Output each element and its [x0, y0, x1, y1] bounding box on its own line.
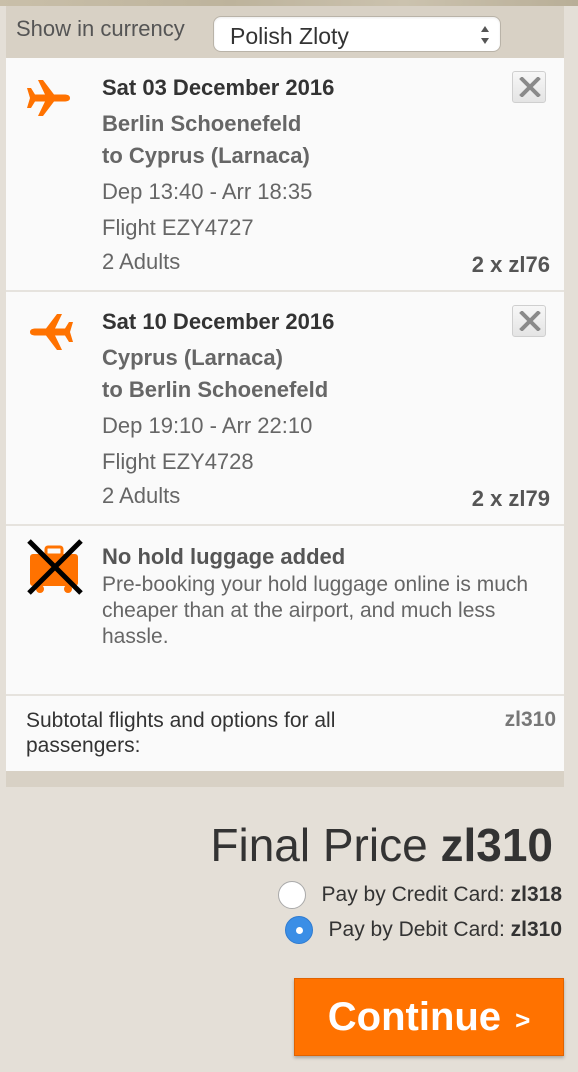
plane-return-icon — [30, 314, 73, 350]
luggage-title: No hold luggage added — [102, 544, 346, 569]
flight-price: 2 x zl76 — [471, 252, 550, 277]
payment-option-debit[interactable]: Pay by Debit Card: zl310 — [284, 915, 562, 945]
flight-route-from: Berlin Schoenefeld — [102, 111, 302, 136]
remove-flight-button[interactable] — [512, 305, 546, 337]
subtotal-label: Subtotal flights and options for all pas… — [26, 709, 336, 757]
flight-route-to: to Berlin Schoenefeld — [102, 377, 329, 402]
flight-date: Sat 10 December 2016 — [102, 309, 335, 334]
credit-card-amount: zl318 — [510, 883, 562, 906]
panel-footer — [6, 771, 564, 787]
debit-card-radio[interactable] — [284, 916, 313, 944]
flight-times: Dep 13:40 - Arr 18:35 — [102, 179, 313, 204]
subtotal-row: Subtotal flights and options for all pas… — [6, 698, 564, 771]
currency-select[interactable]: Polish Zloty — [213, 16, 501, 52]
continue-label: Continue — [327, 994, 502, 1039]
flight-passengers: 2 Adults — [102, 483, 181, 508]
final-price-amount: zl310 — [440, 819, 553, 871]
flight-item-outbound: Sat 03 December 2016 Berlin Schoenefeld … — [6, 58, 564, 292]
flight-route-to: to Cyprus (Larnaca) — [102, 143, 310, 168]
debit-card-label: Pay by Debit Card: — [328, 918, 505, 941]
currency-label: Show in currency — [16, 16, 185, 41]
debit-card-amount: zl310 — [510, 918, 562, 941]
chevron-right-icon: > — [515, 1004, 531, 1035]
flight-passengers: 2 Adults — [102, 249, 181, 274]
close-icon — [519, 77, 541, 97]
select-arrows-icon — [481, 26, 489, 44]
flight-item-return: Sat 10 December 2016 Cyprus (Larnaca) to… — [6, 292, 564, 526]
subtotal-value: zl310 — [504, 708, 556, 731]
luggage-info: No hold luggage added Pre-booking your h… — [6, 528, 564, 696]
no-luggage-icon — [27, 539, 83, 595]
flight-number: Flight EZY4728 — [102, 449, 254, 474]
currency-bar: Show in currency Polish Zloty — [6, 6, 564, 58]
final-price-label: Final Price — [210, 819, 428, 871]
flight-number: Flight EZY4727 — [102, 215, 254, 240]
flight-times: Dep 19:10 - Arr 22:10 — [102, 413, 313, 438]
booking-summary-panel: Sat 03 December 2016 Berlin Schoenefeld … — [6, 58, 564, 771]
credit-card-radio[interactable] — [277, 881, 306, 909]
currency-select-value: Polish Zloty — [230, 23, 349, 49]
close-icon — [519, 311, 541, 331]
luggage-description: Pre-booking your hold luggage online is … — [102, 573, 529, 648]
plane-outbound-icon — [27, 80, 70, 116]
flight-date: Sat 03 December 2016 — [102, 75, 335, 100]
remove-flight-button[interactable] — [512, 71, 546, 103]
flight-price: 2 x zl79 — [471, 486, 550, 511]
credit-card-label: Pay by Credit Card: — [321, 883, 505, 906]
flight-route-from: Cyprus (Larnaca) — [102, 345, 283, 370]
continue-button[interactable]: Continue > — [294, 978, 564, 1056]
final-price: Final Price zl310 — [210, 818, 553, 872]
payment-option-credit[interactable]: Pay by Credit Card: zl318 — [277, 880, 562, 910]
